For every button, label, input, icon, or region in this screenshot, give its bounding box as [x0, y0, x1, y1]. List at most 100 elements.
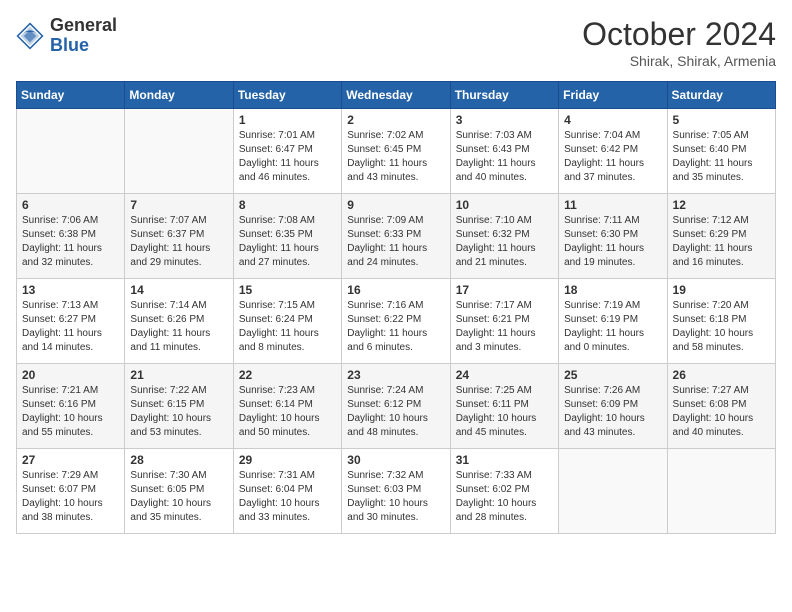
calendar-cell: 23Sunrise: 7:24 AM Sunset: 6:12 PM Dayli… [342, 364, 450, 449]
day-of-week-header: Tuesday [233, 82, 341, 109]
day-number: 26 [673, 368, 770, 382]
day-info: Sunrise: 7:21 AM Sunset: 6:16 PM Dayligh… [22, 384, 119, 440]
day-of-week-header: Friday [559, 82, 667, 109]
calendar-cell [559, 449, 667, 534]
calendar-cell: 25 Sunrise: 7:26 AM Sunset: 6:09 PM Dayli… [559, 364, 667, 449]
day-info: Sunrise: 7:01 AM Sunset: 6:47 PM Dayligh… [239, 129, 336, 185]
calendar-cell: 21 Sunrise: 7:22 AM Sunset: 6:15 PM Dayli… [125, 364, 233, 449]
day-info: Sunrise: 7:22 AM Sunset: 6:15 PM Dayligh… [130, 384, 227, 440]
day-info: Sunrise: 7:13 AM Sunset: 6:27 PM Dayligh… [22, 299, 119, 355]
day-info: Sunrise: 7:30 AM Sunset: 6:05 PM Dayligh… [130, 469, 227, 525]
day-number: 23 [347, 368, 444, 382]
month-title: October 2024 [582, 16, 776, 53]
day-info: Sunrise: 7:11 AM Sunset: 6:30 PM Dayligh… [564, 214, 661, 270]
day-info: Sunrise: 7:17 AM Sunset: 6:21 PM Dayligh… [456, 299, 553, 355]
day-info: Sunrise: 7:33 AM Sunset: 6:02 PM Dayligh… [456, 469, 553, 525]
day-info: Sunrise: 7:03 AM Sunset: 6:43 PM Dayligh… [456, 129, 553, 185]
calendar-cell: 27 Sunrise: 7:29 AM Sunset: 6:07 PM Dayli… [17, 449, 125, 534]
day-number: 24 [456, 368, 553, 382]
calendar-cell: 24 Sunrise: 7:25 AM Sunset: 6:11 PM Dayli… [450, 364, 558, 449]
day-number: 9 [347, 198, 444, 212]
day-info: Sunrise: 7:04 AM Sunset: 6:42 PM Dayligh… [564, 129, 661, 185]
calendar-cell: 15 Sunrise: 7:15 AM Sunset: 6:24 PM Dayli… [233, 279, 341, 364]
calendar-cell: 2 Sunrise: 7:02 AM Sunset: 6:45 PM Daylig… [342, 109, 450, 194]
day-info: Sunrise: 7:09 AM Sunset: 6:33 PM Dayligh… [347, 214, 444, 270]
calendar-cell: 14Sunrise: 7:14 AM Sunset: 6:26 PM Dayli… [125, 279, 233, 364]
logo-general: General [50, 16, 117, 36]
day-info: Sunrise: 7:16 AM Sunset: 6:22 PM Dayligh… [347, 299, 444, 355]
logo-blue: Blue [50, 36, 117, 56]
day-number: 1 [239, 113, 336, 127]
day-info: Sunrise: 7:25 AM Sunset: 6:11 PM Dayligh… [456, 384, 553, 440]
calendar-cell: 29 Sunrise: 7:31 AM Sunset: 6:04 PM Dayli… [233, 449, 341, 534]
day-of-week-header: Thursday [450, 82, 558, 109]
calendar-cell: 19Sunrise: 7:20 AM Sunset: 6:18 PM Dayli… [667, 279, 775, 364]
calendar-cell: 13 Sunrise: 7:13 AM Sunset: 6:27 PM Dayli… [17, 279, 125, 364]
calendar-cell: 10 Sunrise: 7:10 AM Sunset: 6:32 PM Dayli… [450, 194, 558, 279]
day-number: 5 [673, 113, 770, 127]
logo: General Blue [16, 16, 117, 56]
calendar-cell: 22 Sunrise: 7:23 AM Sunset: 6:14 PM Dayli… [233, 364, 341, 449]
day-info: Sunrise: 7:06 AM Sunset: 6:38 PM Dayligh… [22, 214, 119, 270]
calendar-cell: 8 Sunrise: 7:08 AM Sunset: 6:35 PM Daylig… [233, 194, 341, 279]
day-of-week-header: Saturday [667, 82, 775, 109]
day-info: Sunrise: 7:20 AM Sunset: 6:18 PM Dayligh… [673, 299, 770, 355]
day-info: Sunrise: 7:15 AM Sunset: 6:24 PM Dayligh… [239, 299, 336, 355]
day-number: 8 [239, 198, 336, 212]
day-number: 22 [239, 368, 336, 382]
calendar-week-row: 13 Sunrise: 7:13 AM Sunset: 6:27 PM Dayli… [17, 279, 776, 364]
day-number: 2 [347, 113, 444, 127]
day-info: Sunrise: 7:27 AM Sunset: 6:08 PM Dayligh… [673, 384, 770, 440]
calendar-cell: 17 Sunrise: 7:17 AM Sunset: 6:21 PM Dayli… [450, 279, 558, 364]
day-number: 29 [239, 453, 336, 467]
calendar-cell: 28Sunrise: 7:30 AM Sunset: 6:05 PM Dayli… [125, 449, 233, 534]
day-info: Sunrise: 7:32 AM Sunset: 6:03 PM Dayligh… [347, 469, 444, 525]
day-info: Sunrise: 7:08 AM Sunset: 6:35 PM Dayligh… [239, 214, 336, 270]
day-info: Sunrise: 7:02 AM Sunset: 6:45 PM Dayligh… [347, 129, 444, 185]
day-info: Sunrise: 7:19 AM Sunset: 6:19 PM Dayligh… [564, 299, 661, 355]
day-number: 27 [22, 453, 119, 467]
calendar-week-row: 6 Sunrise: 7:06 AM Sunset: 6:38 PM Daylig… [17, 194, 776, 279]
day-of-week-header: Wednesday [342, 82, 450, 109]
day-number: 21 [130, 368, 227, 382]
day-info: Sunrise: 7:29 AM Sunset: 6:07 PM Dayligh… [22, 469, 119, 525]
day-info: Sunrise: 7:31 AM Sunset: 6:04 PM Dayligh… [239, 469, 336, 525]
calendar-cell: 26 Sunrise: 7:27 AM Sunset: 6:08 PM Dayli… [667, 364, 775, 449]
day-number: 15 [239, 283, 336, 297]
day-number: 20 [22, 368, 119, 382]
day-number: 11 [564, 198, 661, 212]
calendar-cell: 4 Sunrise: 7:04 AM Sunset: 6:42 PM Daylig… [559, 109, 667, 194]
calendar-cell [17, 109, 125, 194]
page-header: General Blue October 2024 Shirak, Shirak… [16, 16, 776, 69]
day-info: Sunrise: 7:05 AM Sunset: 6:40 PM Dayligh… [673, 129, 770, 185]
day-info: Sunrise: 7:07 AM Sunset: 6:37 PM Dayligh… [130, 214, 227, 270]
day-number: 12 [673, 198, 770, 212]
calendar-cell: 9 Sunrise: 7:09 AM Sunset: 6:33 PM Daylig… [342, 194, 450, 279]
day-number: 17 [456, 283, 553, 297]
calendar-cell: 20 Sunrise: 7:21 AM Sunset: 6:16 PM Dayli… [17, 364, 125, 449]
calendar-cell [125, 109, 233, 194]
day-number: 7 [130, 198, 227, 212]
day-info: Sunrise: 7:10 AM Sunset: 6:32 PM Dayligh… [456, 214, 553, 270]
calendar-cell: 31Sunrise: 7:33 AM Sunset: 6:02 PM Dayli… [450, 449, 558, 534]
day-number: 6 [22, 198, 119, 212]
day-number: 13 [22, 283, 119, 297]
calendar-cell: 16 Sunrise: 7:16 AM Sunset: 6:22 PM Dayli… [342, 279, 450, 364]
day-info: Sunrise: 7:26 AM Sunset: 6:09 PM Dayligh… [564, 384, 661, 440]
day-of-week-header: Sunday [17, 82, 125, 109]
location: Shirak, Shirak, Armenia [582, 53, 776, 69]
logo-icon [16, 22, 44, 50]
calendar-cell: 11 Sunrise: 7:11 AM Sunset: 6:30 PM Dayli… [559, 194, 667, 279]
calendar-week-row: 20 Sunrise: 7:21 AM Sunset: 6:16 PM Dayli… [17, 364, 776, 449]
day-number: 4 [564, 113, 661, 127]
calendar-cell: 12 Sunrise: 7:12 AM Sunset: 6:29 PM Dayli… [667, 194, 775, 279]
day-number: 16 [347, 283, 444, 297]
day-number: 25 [564, 368, 661, 382]
calendar-header-row: SundayMondayTuesdayWednesdayThursdayFrid… [17, 82, 776, 109]
day-info: Sunrise: 7:12 AM Sunset: 6:29 PM Dayligh… [673, 214, 770, 270]
day-number: 10 [456, 198, 553, 212]
calendar-week-row: 1 Sunrise: 7:01 AM Sunset: 6:47 PM Daylig… [17, 109, 776, 194]
day-info: Sunrise: 7:23 AM Sunset: 6:14 PM Dayligh… [239, 384, 336, 440]
calendar-cell: 7 Sunrise: 7:07 AM Sunset: 6:37 PM Daylig… [125, 194, 233, 279]
calendar-cell: 3Sunrise: 7:03 AM Sunset: 6:43 PM Daylig… [450, 109, 558, 194]
